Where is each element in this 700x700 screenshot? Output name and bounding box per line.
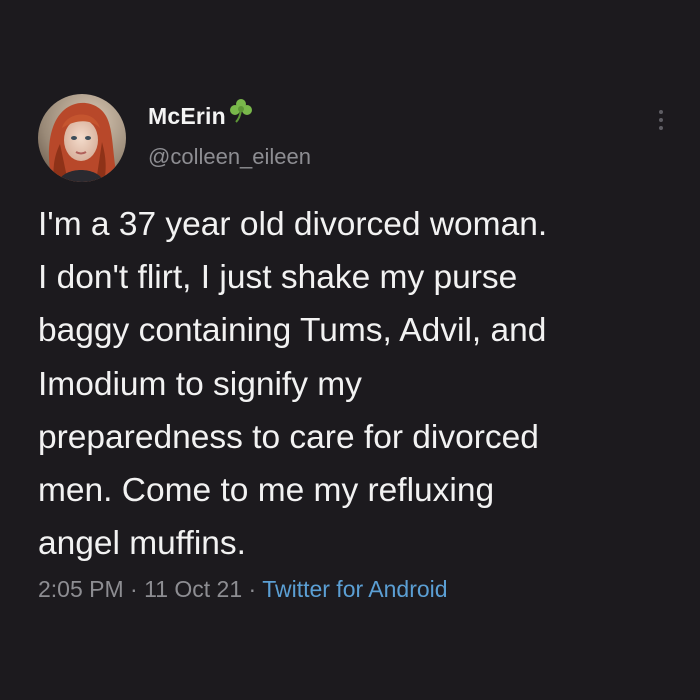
tweet-card: McErin @colleen_eileen I'm a 37 year old…: [0, 0, 700, 700]
author-name-row[interactable]: McErin: [148, 98, 253, 132]
avatar[interactable]: [38, 94, 126, 182]
separator: ·: [248, 576, 257, 602]
tweet-text-line: angel muffins.: [38, 525, 246, 563]
tweet-text-line: Imodium to signify my: [38, 365, 362, 403]
tweet-text-line: preparedness to care for divorced: [38, 418, 539, 456]
tweet-text-line: I'm a 37 year old divorced woman.: [38, 206, 548, 243]
tweet-text-line: men. Come to me my refluxing: [38, 472, 495, 510]
display-name[interactable]: McErin: [148, 103, 226, 130]
separator: ·: [130, 576, 138, 602]
tweet-time[interactable]: 2:05 PM: [38, 576, 124, 602]
tweet-text: I'm a 37 year old divorced woman. I don'…: [38, 198, 688, 570]
tweet-source-link[interactable]: Twitter for Android: [262, 576, 447, 602]
author-handle[interactable]: @colleen_eileen: [148, 144, 311, 170]
shamrock-icon: [229, 98, 253, 129]
more-vertical-icon[interactable]: [654, 108, 668, 132]
tweet-text-line: I don't flirt, I just shake my purse: [38, 259, 518, 297]
tweet-date[interactable]: 11 Oct 21: [144, 576, 242, 602]
tweet-metadata: 2:05 PM · 11 Oct 21 · Twitter for Androi…: [38, 576, 448, 603]
tweet-text-line: baggy containing Tums, Advil, and: [38, 312, 547, 350]
